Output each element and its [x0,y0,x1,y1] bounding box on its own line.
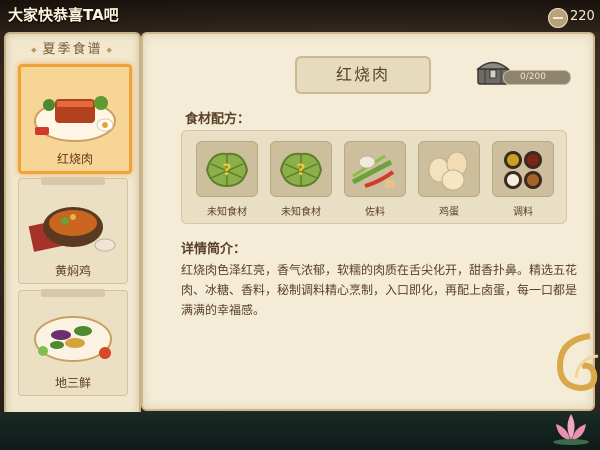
unknown-ingredient-icon: ? [196,141,258,197]
top-banner: 大家快恭喜TA吧 220 [0,0,600,32]
card-top-tab [41,177,105,185]
ingredients-list: ? 未知食材 ? 未知食材 佐料 鸡蛋 调料 [181,130,567,224]
currency-icon [548,8,568,28]
ingredients-heading: 食材配方： [185,112,251,127]
ingredient-slot[interactable]: ? 未知食材 [270,141,332,218]
ingredient-name: 调料 [513,207,533,218]
unknown-ingredient-icon: ? [270,141,332,197]
recipe-detail-panel: 红烧肉 0/200 食材配方： ? 未知食材 ? 未知食材 佐料 鸡蛋 调料 详… [141,32,595,411]
dish-card-disanxian[interactable]: 地三鲜 [18,289,128,396]
dish-label: 红烧肉 [56,152,93,166]
dish-label: 地三鲜 [54,376,91,390]
ingredient-slot[interactable]: 鸡蛋 [418,141,480,218]
ingredient-name: 未知食材 [207,207,247,218]
ingredient-slot[interactable]: ? 未知食材 [196,141,258,218]
currency-count: 220 [570,9,595,24]
ingredient-slot[interactable]: 佐料 [344,141,406,218]
di-san-xian-icon [34,316,112,362]
recipe-description: 红烧肉色泽红亮，香气浓郁，软糯的肉质在舌尖化开，甜香扑鼻。精选五花肉、冰糖、香料… [181,263,578,317]
ingredient-name: 佐料 [365,207,385,218]
recipe-sidebar: 夏季食谱 红烧肉 黄焖鸡 [4,32,141,418]
dish-label: 黄焖鸡 [54,264,91,278]
braised-pork-icon [34,96,116,142]
svg-text:?: ? [296,160,305,179]
sidebar-title: 夏季食谱 [6,38,139,57]
collection-progress: 0/200 [503,70,571,85]
braised-chicken-icon [28,207,116,252]
ingredient-name: 鸡蛋 [439,207,459,218]
detail-heading: 详情简介： [181,242,247,257]
bottom-decoration [0,412,600,450]
recipe-title: 红烧肉 [295,56,431,94]
ingredient-name: 未知食材 [281,207,321,218]
cloud-swirl-icon [556,333,599,392]
congrats-message: 大家快恭喜TA吧 [8,6,119,24]
svg-text:?: ? [222,160,231,179]
ingredient-slot[interactable]: 调料 [492,141,554,218]
seasoning-icon [344,141,406,197]
spice-jars-icon [492,141,554,197]
card-top-tab [41,289,105,297]
dish-card-huangmenji[interactable]: 黄焖鸡 [18,177,128,284]
lotus-icon [553,414,589,445]
egg-icon [418,141,480,197]
dish-card-hongshaorou[interactable]: 红烧肉 [18,64,132,174]
